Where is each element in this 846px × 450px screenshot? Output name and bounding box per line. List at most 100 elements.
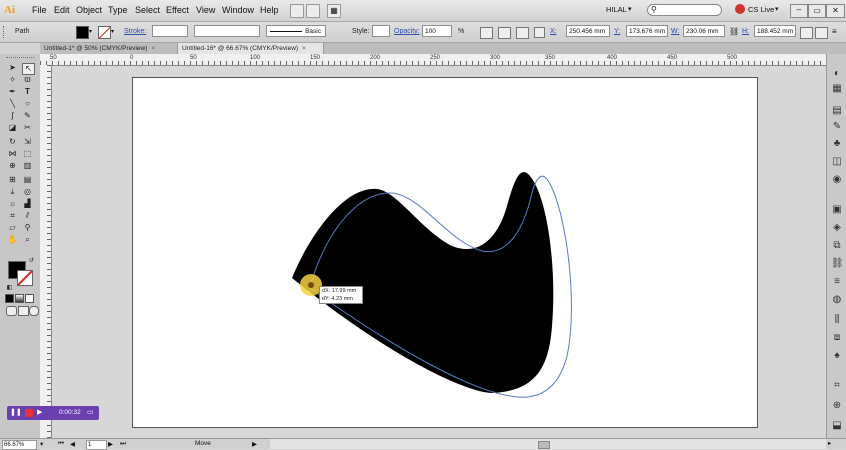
brush-definition-field[interactable]: Basic	[266, 25, 326, 37]
layers-icon[interactable]: ◈	[831, 222, 843, 234]
paintbrush-tool-icon[interactable]: ∫	[7, 111, 18, 121]
free-transform-tool-icon[interactable]: ⬚	[22, 149, 33, 159]
y-label[interactable]: Y:	[614, 28, 620, 35]
stroke-color-swatch[interactable]	[17, 270, 33, 286]
rotate-tool-icon[interactable]: ↻	[7, 137, 18, 147]
scissors-tool-icon[interactable]: ✂	[22, 123, 33, 133]
slice-tool-icon[interactable]: ⫽	[22, 211, 33, 221]
swatches-icon[interactable]: ▤	[831, 105, 843, 117]
menu-view[interactable]: View	[196, 5, 215, 15]
eyedropper-tool-icon[interactable]: ⤓	[7, 187, 18, 197]
canvas-area[interactable]: dX: 17.99 mm dY: 4.23 mm	[52, 66, 826, 438]
transform-icon[interactable]	[516, 27, 529, 39]
draw-inside-icon[interactable]	[29, 306, 39, 316]
menu-object[interactable]: Object	[76, 5, 102, 15]
stroke-panel-icon[interactable]: ≡	[831, 276, 843, 288]
recolor-artwork-icon[interactable]	[480, 27, 493, 39]
opacity-field[interactable]: 100	[422, 25, 452, 37]
fill-swatch[interactable]	[76, 26, 89, 39]
draw-normal-icon[interactable]	[6, 306, 17, 316]
menu-select[interactable]: Select	[135, 5, 160, 15]
artboard-number-field[interactable]: 1	[86, 440, 107, 450]
record-pause-icon[interactable]: ❚❚	[10, 408, 22, 416]
last-artboard-icon[interactable]: ⏭	[120, 440, 126, 448]
cs-live-button[interactable]: CS Live	[748, 5, 774, 14]
w-label[interactable]: W:	[671, 28, 679, 35]
w-field[interactable]: 230.06 mm	[683, 25, 725, 37]
gradient-tool-icon[interactable]: ▤	[22, 175, 33, 185]
toolbox-grip[interactable]	[6, 57, 34, 61]
y-field[interactable]: 173.676 mm	[626, 25, 668, 37]
stroke-label[interactable]: Stroke:	[124, 28, 146, 35]
graphic-styles-icon[interactable]: ◫	[831, 156, 843, 168]
graphic-style-field[interactable]	[372, 25, 390, 37]
zoom-tool-icon[interactable]: ⚲	[22, 223, 33, 233]
brushes-icon[interactable]: ✎	[831, 121, 843, 133]
pathfinder-icon[interactable]: ⧈	[831, 332, 843, 344]
perspective-grid-tool-icon[interactable]: ▥	[22, 161, 33, 171]
zoom-tool-alt-icon[interactable]: ⌕	[22, 235, 33, 245]
none-mode-icon[interactable]	[25, 294, 34, 303]
stroke-swatch[interactable]	[98, 26, 111, 39]
bridge-button[interactable]	[290, 4, 304, 18]
tab-untitled-1[interactable]: Untitled-1* @ 50% (CMYK/Preview) ×	[40, 43, 178, 54]
play-icon[interactable]: ▶	[37, 408, 42, 416]
gradient-mode-icon[interactable]	[15, 294, 24, 303]
grip-handle[interactable]	[3, 26, 7, 38]
align-icon[interactable]	[498, 27, 511, 39]
ellipse-tool-icon[interactable]: ○	[22, 99, 33, 109]
magic-wand-tool-icon[interactable]: ✧	[7, 75, 18, 85]
selection-tool-icon[interactable]: ➤	[7, 63, 18, 73]
scroll-right-icon[interactable]: ▸	[828, 439, 831, 447]
zoom-dropdown-icon[interactable]: ▾	[40, 440, 43, 448]
color-guide-icon[interactable]: ▦	[831, 83, 843, 95]
color-mode-icon[interactable]	[5, 294, 14, 303]
draw-behind-icon[interactable]	[18, 306, 29, 316]
shape-builder-tool-icon[interactable]: ⊕	[7, 161, 18, 171]
prev-artboard-icon[interactable]: ◀	[70, 440, 75, 448]
menu-edit[interactable]: Edit	[54, 5, 70, 15]
constrain-proportions-icon[interactable]: ⛓	[729, 27, 739, 37]
transform-panel-icon[interactable]: ⌗	[831, 380, 843, 392]
symbol-sprayer-tool-icon[interactable]: ☼	[7, 199, 18, 209]
anchor-point[interactable]	[308, 282, 314, 288]
eraser-tool-icon[interactable]: ▱	[7, 223, 18, 233]
h-label[interactable]: H:	[742, 28, 749, 35]
next-artboard-icon[interactable]: ▶	[108, 440, 113, 448]
column-graph-tool-icon[interactable]: ▟	[22, 199, 33, 209]
close-icon[interactable]: ×	[151, 45, 155, 52]
blob-brush-tool-icon[interactable]: ◪	[7, 123, 18, 133]
panel-menu-icon[interactable]: ≡	[832, 27, 837, 36]
first-artboard-icon[interactable]: ⏮	[58, 440, 64, 448]
character-icon[interactable]: ⊕	[831, 400, 843, 412]
opacity-label[interactable]: Opacity:	[394, 28, 420, 35]
stroke-dropdown-icon[interactable]: ▾	[111, 28, 114, 35]
minimize-button[interactable]: –	[790, 4, 808, 18]
h-field[interactable]: 188.452 mm	[754, 25, 796, 37]
scale-tool-icon[interactable]: ⇲	[22, 137, 33, 147]
navigator-icon[interactable]: ♠	[831, 350, 843, 362]
artboards-icon[interactable]: ⧉	[831, 240, 843, 252]
mesh-tool-icon[interactable]: ⊞	[7, 175, 18, 185]
blend-tool-icon[interactable]: ◎	[22, 187, 33, 197]
zoom-field[interactable]: 66.67%	[2, 440, 37, 450]
fill-dropdown-icon[interactable]: ▾	[89, 28, 92, 35]
swap-fill-stroke-icon[interactable]: ↺	[26, 256, 37, 266]
transparency-icon[interactable]: ▣	[831, 204, 843, 216]
recorder-menu-icon[interactable]: ▭	[87, 408, 94, 416]
reference-point-icon[interactable]	[534, 27, 545, 38]
menu-type[interactable]: Type	[108, 5, 128, 15]
workspace-dropdown-icon[interactable]: ▾	[628, 5, 632, 13]
width-tool-icon[interactable]: ⋈	[7, 149, 18, 159]
type-tool-icon[interactable]: T	[22, 87, 33, 97]
menu-help[interactable]: Help	[260, 5, 279, 15]
lasso-tool-icon[interactable]: ϖ	[22, 75, 33, 85]
hand-tool-icon[interactable]: ✋	[7, 235, 18, 245]
stop-icon[interactable]	[25, 409, 33, 417]
search-input[interactable]: ⚲	[647, 4, 722, 16]
color-icon[interactable]: ◐	[831, 68, 843, 80]
direct-selection-tool-icon[interactable]: ↖	[22, 63, 35, 75]
default-colors-icon[interactable]: ◧	[4, 283, 15, 293]
align-panel-icon[interactable]: ⫼	[831, 314, 843, 326]
pencil-tool-icon[interactable]: ✎	[22, 111, 33, 121]
